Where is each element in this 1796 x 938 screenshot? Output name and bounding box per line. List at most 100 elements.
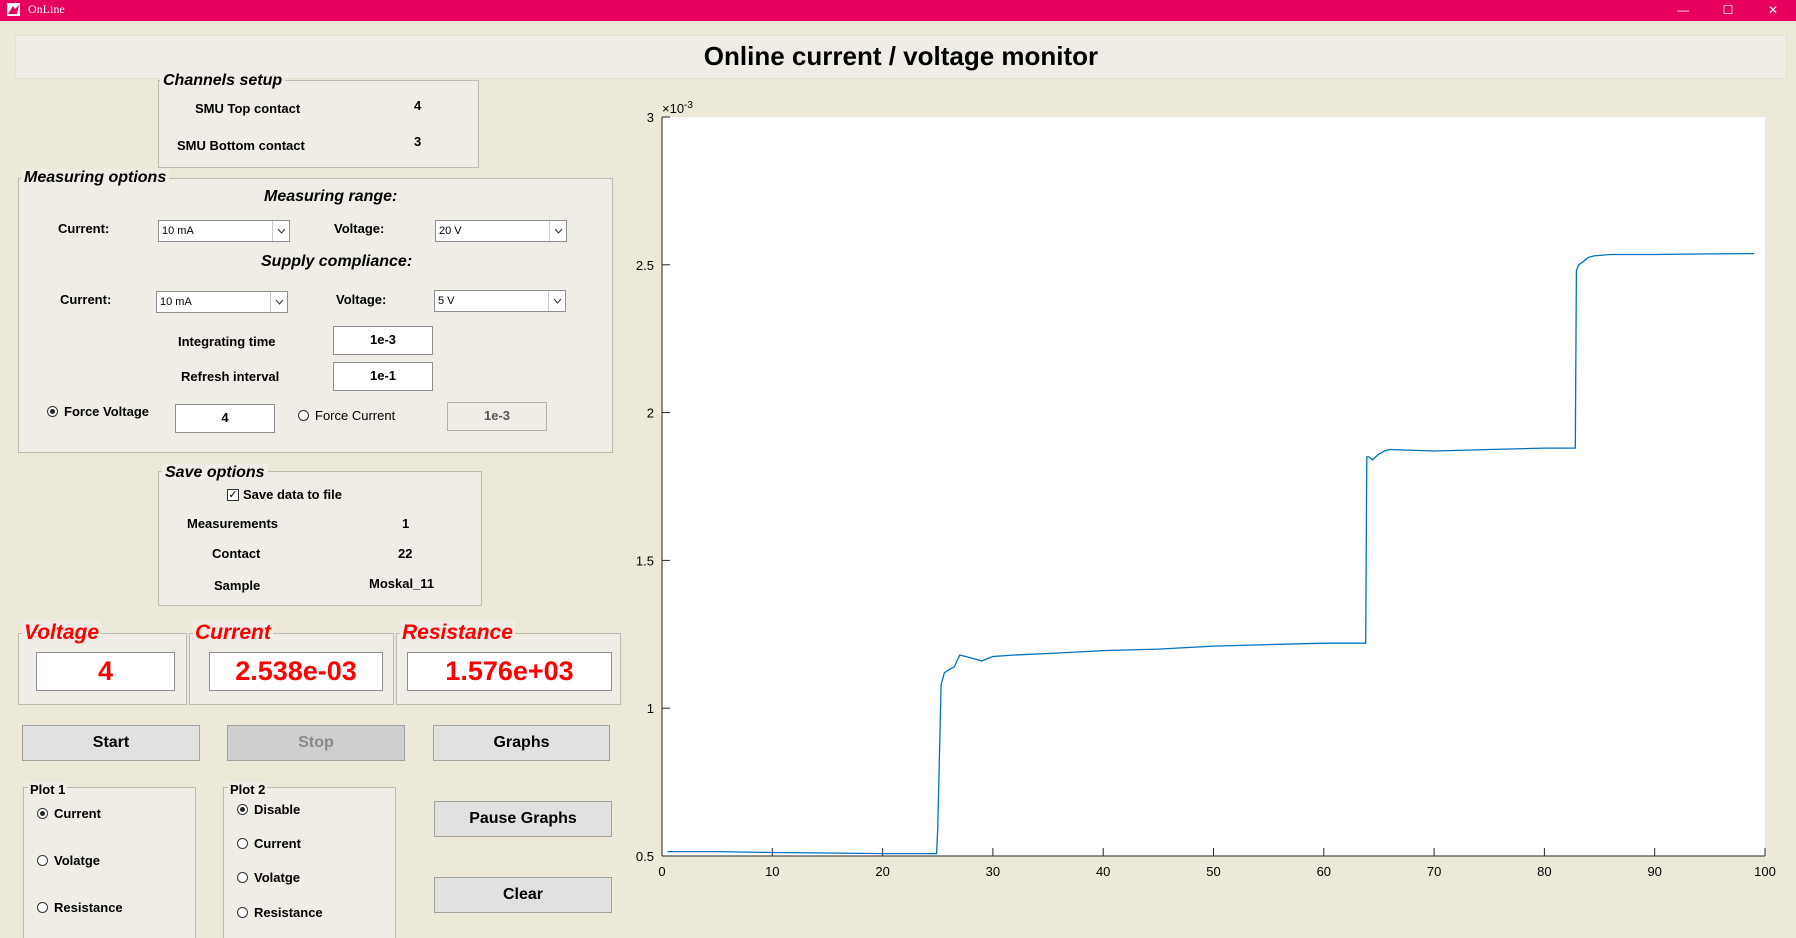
y-tick-label: 0.5 bbox=[636, 849, 654, 864]
save-options-title: Save options bbox=[162, 464, 268, 482]
measurements-value: 1 bbox=[402, 516, 410, 531]
smu-top-label: SMU Top contact bbox=[195, 101, 301, 116]
save-to-file-label[interactable]: Save data to file bbox=[243, 487, 342, 502]
chevron-down-icon bbox=[272, 221, 289, 241]
y-exponent-power: -3 bbox=[684, 100, 693, 111]
plot2-disable-label[interactable]: Disable bbox=[254, 802, 300, 817]
force-voltage-input[interactable]: 4 bbox=[175, 404, 275, 433]
y-tick-label: 2 bbox=[647, 406, 654, 421]
current-plot: 0 10 20 30 40 50 60 70 80 90 100 0.5 1 1.5 2 2.5 3 ×10 -… bbox=[636, 100, 1776, 879]
plot1-current-radio[interactable] bbox=[37, 808, 48, 819]
measuring-options-title: Measuring options bbox=[21, 169, 170, 187]
integrating-time-label: Integrating time bbox=[178, 334, 276, 349]
compliance-current-select[interactable]: 10 mA bbox=[156, 291, 288, 313]
maximize-button[interactable]: ☐ bbox=[1708, 0, 1748, 21]
plot1-current-label[interactable]: Current bbox=[54, 806, 101, 821]
chevron-down-icon bbox=[548, 291, 565, 311]
contact-value: 22 bbox=[398, 546, 413, 561]
compliance-voltage-label: Voltage: bbox=[336, 292, 387, 307]
save-to-file-checkbox[interactable]: ✓ bbox=[227, 489, 239, 501]
x-tick-label: 0 bbox=[658, 864, 665, 879]
force-current-label[interactable]: Force Current bbox=[315, 408, 395, 423]
plot-area bbox=[662, 117, 1765, 856]
x-tick-label: 40 bbox=[1096, 864, 1110, 879]
plot1-voltage-label[interactable]: Volatge bbox=[54, 853, 100, 868]
plot1-title: Plot 1 bbox=[28, 782, 68, 797]
matlab-logo-icon bbox=[7, 3, 20, 16]
voltage-readout-value: 4 bbox=[36, 652, 175, 691]
y-tick-label: 3 bbox=[647, 110, 654, 125]
plot2-current-label[interactable]: Current bbox=[254, 836, 301, 851]
chevron-down-icon bbox=[549, 221, 566, 241]
y-tick-label: 2.5 bbox=[636, 258, 654, 273]
smu-top-value: 4 bbox=[414, 98, 422, 113]
plot1-resistance-label[interactable]: Resistance bbox=[54, 900, 123, 915]
chevron-down-icon bbox=[270, 292, 287, 312]
compliance-voltage-value: 5 V bbox=[438, 295, 455, 307]
force-current-input: 1e-3 bbox=[447, 402, 547, 431]
resistance-readout-label: Resistance bbox=[400, 621, 515, 645]
plot2-resistance-label[interactable]: Resistance bbox=[254, 905, 323, 920]
refresh-interval-input[interactable]: 1e-1 bbox=[333, 362, 433, 391]
x-tick-label: 10 bbox=[765, 864, 779, 879]
measurements-label: Measurements bbox=[187, 516, 279, 531]
current-readout-label: Current bbox=[193, 621, 273, 645]
plot2-resistance-radio[interactable] bbox=[237, 907, 248, 918]
range-current-label: Current: bbox=[58, 221, 110, 236]
plot2-title: Plot 2 bbox=[228, 782, 268, 797]
plot1-resistance-radio[interactable] bbox=[37, 902, 48, 913]
contact-label: Contact bbox=[212, 546, 261, 561]
graphs-button[interactable]: Graphs bbox=[433, 725, 610, 761]
current-readout-value: 2.538e-03 bbox=[209, 652, 383, 691]
plot2-current-radio[interactable] bbox=[237, 838, 248, 849]
window-title: OnLine bbox=[28, 2, 65, 16]
range-current-value: 10 mA bbox=[162, 225, 194, 237]
channels-setup-title: Channels setup bbox=[160, 72, 286, 90]
window-titlebar: OnLine — ☐ ✕ bbox=[0, 0, 1796, 21]
channels-setup-panel bbox=[158, 80, 479, 168]
clear-button[interactable]: Clear bbox=[434, 877, 612, 913]
x-tick-label: 50 bbox=[1206, 864, 1220, 879]
range-current-select[interactable]: 10 mA bbox=[158, 220, 290, 242]
compliance-current-value: 10 mA bbox=[160, 296, 192, 308]
x-tick-label: 60 bbox=[1317, 864, 1331, 879]
start-button[interactable]: Start bbox=[22, 725, 200, 761]
plot2-voltage-radio[interactable] bbox=[237, 872, 248, 883]
y-tick-label: 1.5 bbox=[636, 553, 654, 568]
y-tick-label: 1 bbox=[647, 701, 654, 716]
x-tick-label: 70 bbox=[1427, 864, 1441, 879]
compliance-current-label: Current: bbox=[60, 292, 112, 307]
x-tick-label: 90 bbox=[1647, 864, 1661, 879]
smu-bottom-label: SMU Bottom contact bbox=[177, 138, 305, 153]
refresh-interval-label: Refresh interval bbox=[181, 369, 280, 384]
resistance-readout-value: 1.576e+03 bbox=[407, 652, 612, 691]
minimize-button[interactable]: — bbox=[1663, 0, 1703, 21]
range-voltage-value: 20 V bbox=[439, 225, 462, 237]
x-tick-label: 80 bbox=[1537, 864, 1551, 879]
plot1-panel bbox=[23, 787, 196, 938]
integrating-time-input[interactable]: 1e-3 bbox=[333, 326, 433, 355]
page-title: Online current / voltage monitor bbox=[703, 41, 1099, 71]
stop-button: Stop bbox=[227, 725, 405, 761]
force-current-radio[interactable] bbox=[298, 410, 309, 421]
smu-bottom-value: 3 bbox=[414, 134, 422, 149]
range-voltage-select[interactable]: 20 V bbox=[435, 220, 567, 242]
compliance-voltage-select[interactable]: 5 V bbox=[434, 290, 566, 312]
supply-compliance-heading: Supply compliance: bbox=[261, 253, 413, 270]
range-voltage-label: Voltage: bbox=[334, 221, 385, 236]
plot2-voltage-label[interactable]: Volatge bbox=[254, 870, 300, 885]
y-exponent-label: ×10 bbox=[662, 101, 684, 116]
measuring-range-heading: Measuring range: bbox=[264, 188, 398, 205]
x-tick-label: 100 bbox=[1754, 864, 1776, 879]
voltage-readout-label: Voltage bbox=[22, 621, 102, 645]
x-tick-label: 30 bbox=[986, 864, 1000, 879]
plot2-disable-radio[interactable] bbox=[237, 804, 248, 815]
pause-graphs-button[interactable]: Pause Graphs bbox=[434, 801, 612, 837]
close-button[interactable]: ✕ bbox=[1753, 0, 1793, 21]
force-voltage-radio[interactable] bbox=[47, 406, 58, 417]
plot1-voltage-radio[interactable] bbox=[37, 855, 48, 866]
force-voltage-label[interactable]: Force Voltage bbox=[64, 404, 149, 419]
sample-value: Moskal_11 bbox=[369, 576, 435, 591]
sample-label: Sample bbox=[214, 578, 261, 593]
x-tick-label: 20 bbox=[875, 864, 889, 879]
